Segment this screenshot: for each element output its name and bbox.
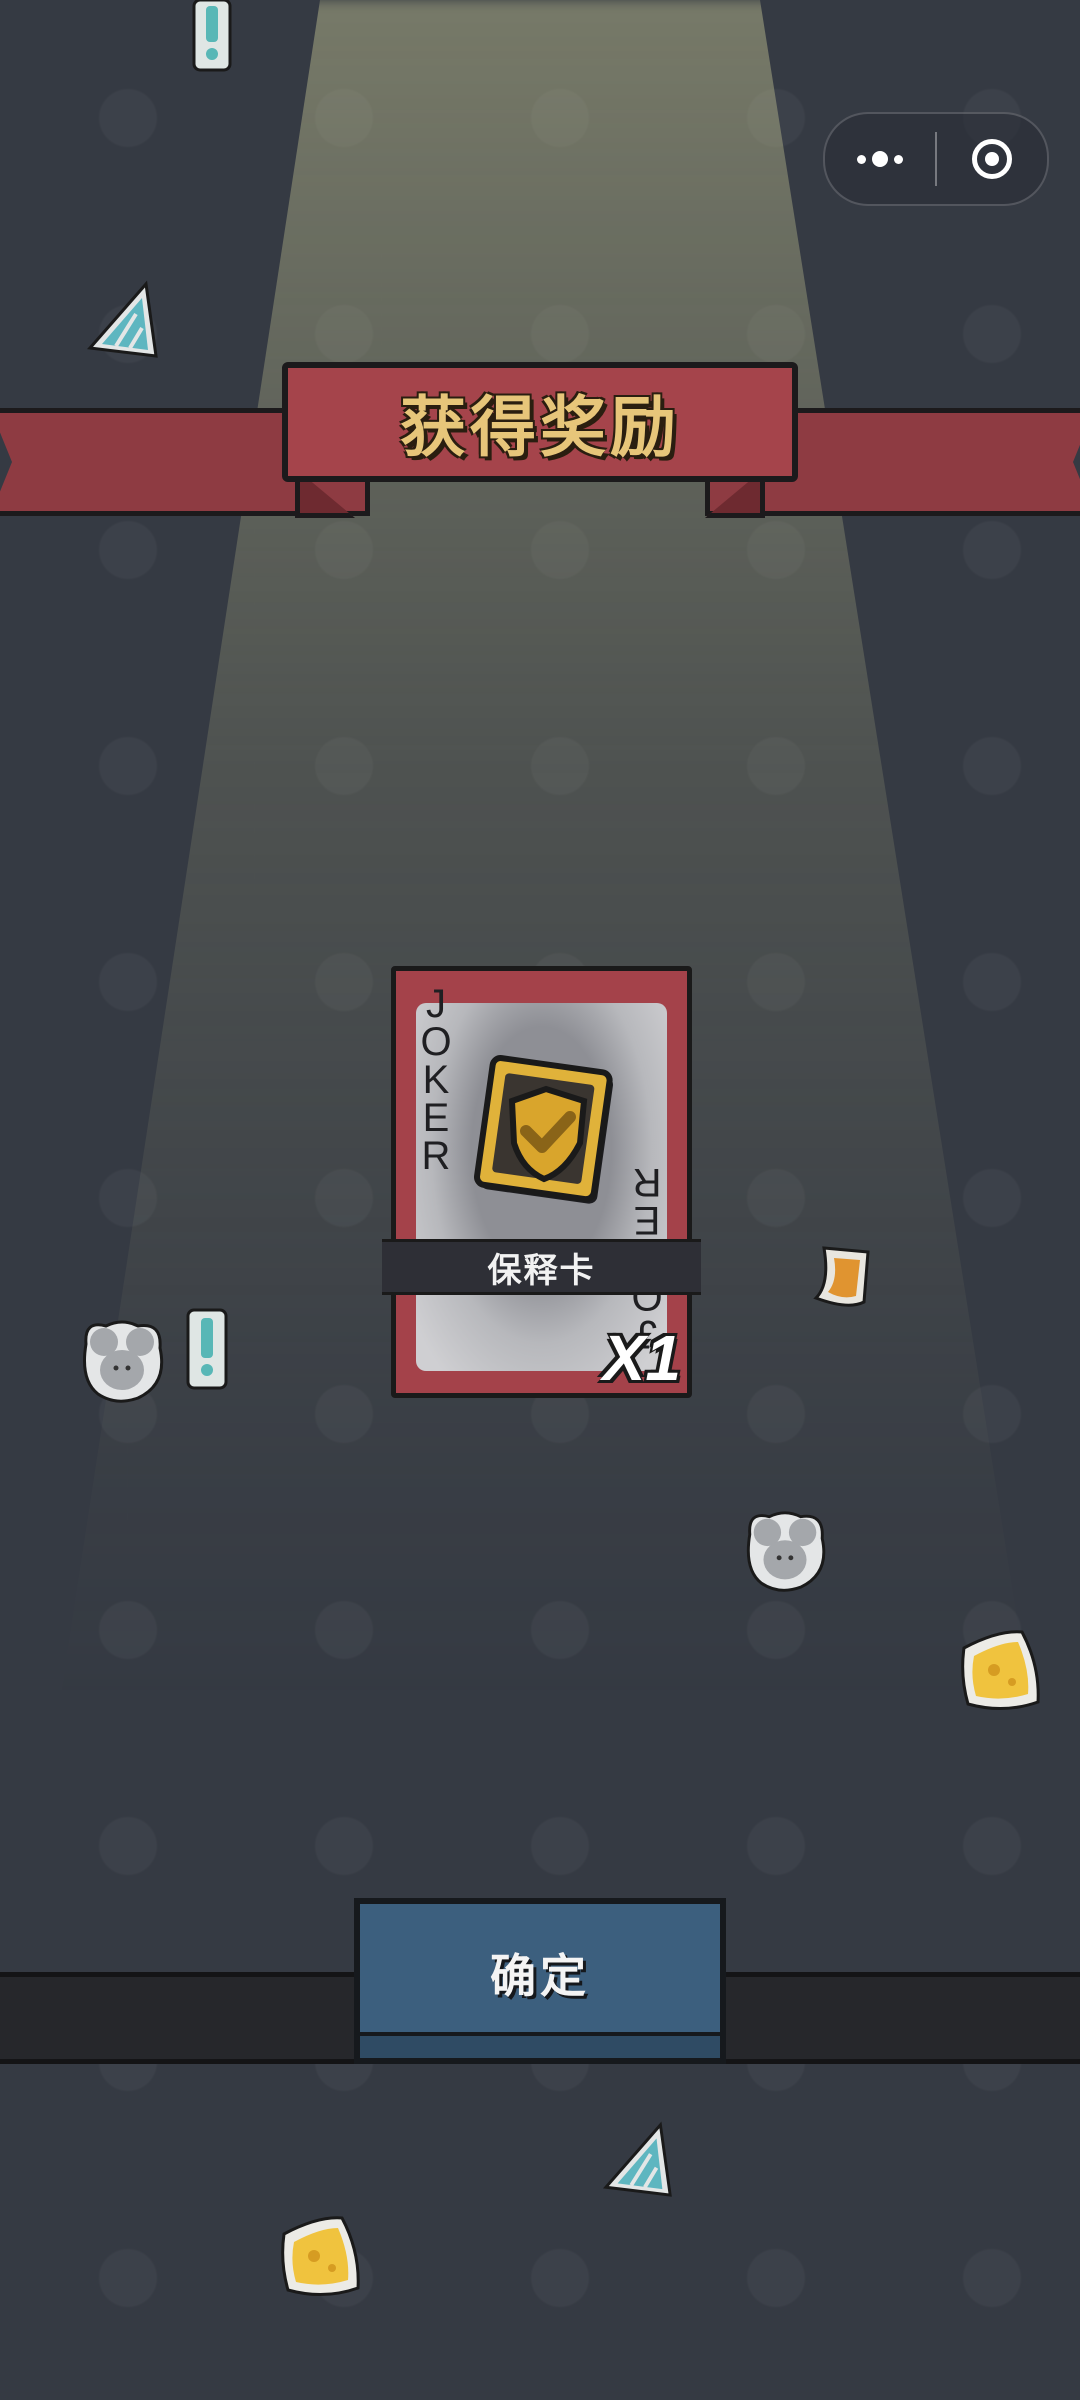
- more-dots-icon[interactable]: [825, 114, 935, 204]
- exclamation-icon: [192, 0, 232, 72]
- mouse-face-icon: [83, 1320, 164, 1403]
- cheese-icon: [281, 2216, 360, 2297]
- triangle-gem-icon: [602, 2121, 672, 2197]
- cheese-icon: [961, 1630, 1040, 1711]
- item-name-bar: 保释卡: [382, 1239, 701, 1295]
- paper-scrap-icon: [813, 1246, 870, 1307]
- item-name: 保释卡: [487, 1250, 596, 1291]
- mini-program-capsule: [823, 112, 1049, 206]
- target-circle-icon[interactable]: [937, 139, 1047, 179]
- banner-title: 获得奖励: [400, 389, 680, 466]
- shield-check-icon: [474, 1055, 614, 1204]
- mouse-face-icon: [746, 1511, 826, 1592]
- triangle-gem-icon: [87, 280, 158, 358]
- reward-banner: 获得奖励: [282, 362, 798, 482]
- card-corner-text-top: JOKER: [420, 982, 452, 1178]
- confirm-button-label: 确定: [490, 1949, 590, 2003]
- confirm-button[interactable]: 确定: [354, 1898, 726, 2064]
- exclamation-icon: [186, 1308, 228, 1390]
- item-quantity: X1: [602, 1322, 681, 1394]
- reward-card: JOKER JOKER 保释卡 X1: [382, 966, 701, 1398]
